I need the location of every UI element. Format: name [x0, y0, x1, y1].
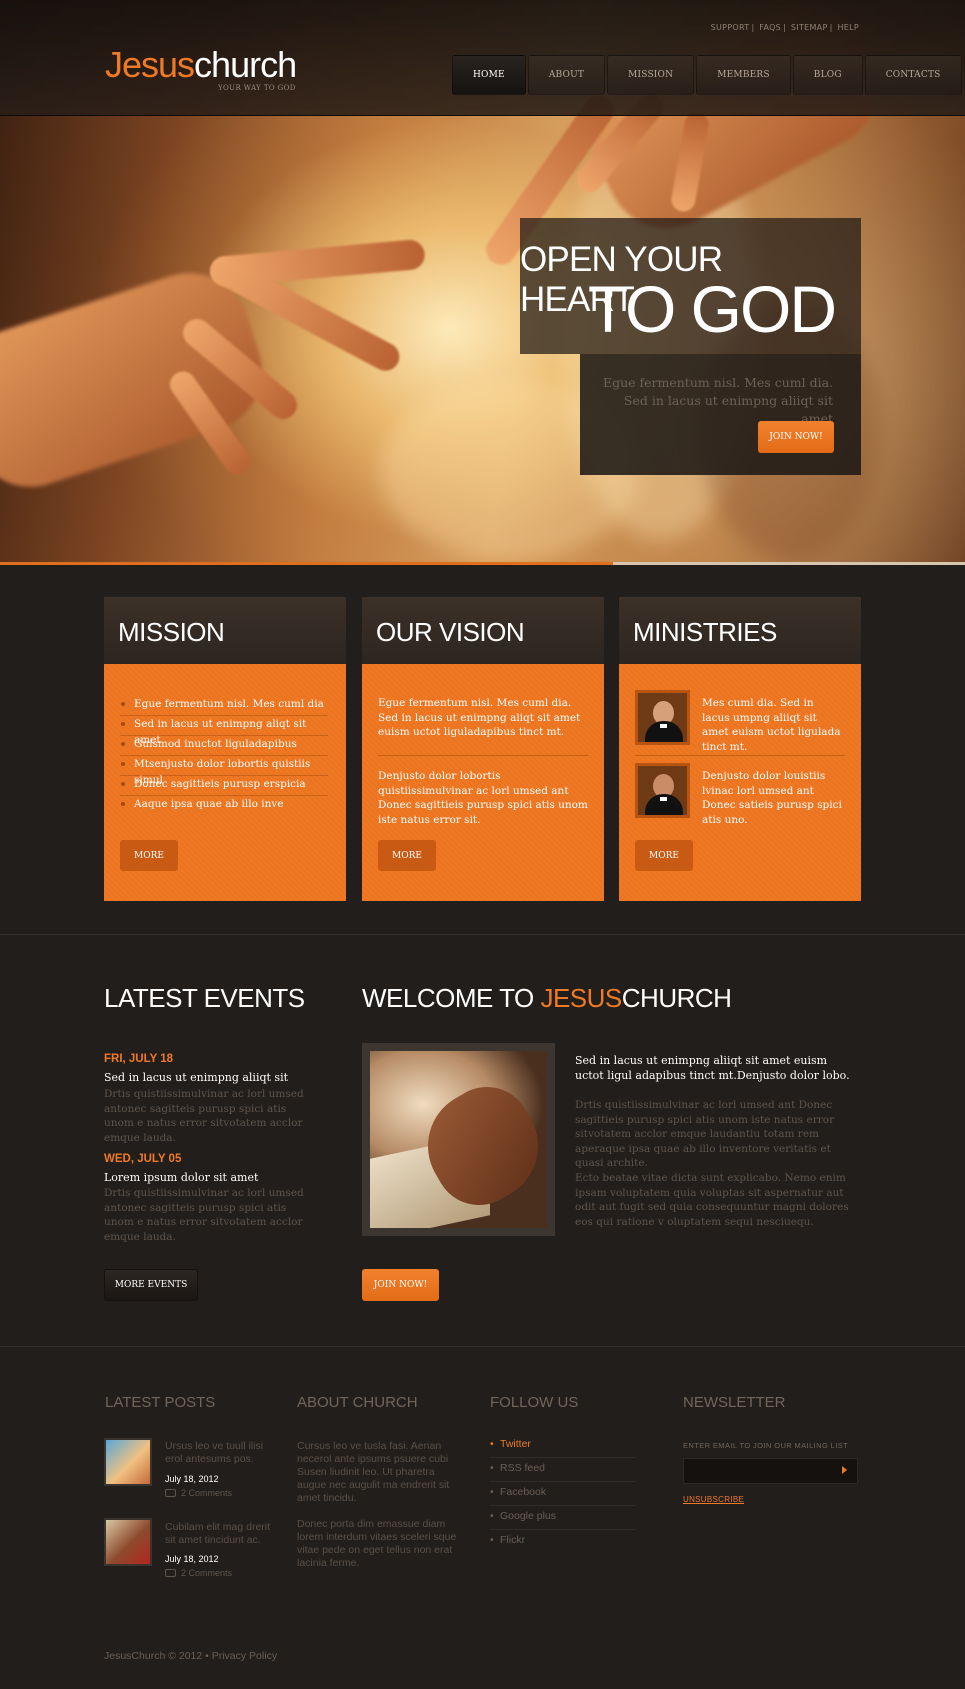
divider: [635, 755, 845, 756]
vision-para-2: Denjusto dolor lobortis quistiissimulvin…: [378, 770, 588, 826]
praying-hands-photo: [362, 1043, 555, 1236]
newsletter-title: NEWSLETTER: [683, 1394, 786, 1411]
post-comments[interactable]: 2 Comments: [165, 1568, 232, 1578]
post-thumbnail[interactable]: [104, 1518, 152, 1566]
nav-contacts[interactable]: CONTACTS: [864, 55, 962, 95]
newsletter-label: ENTER EMAIL TO JOIN OUR MAILING LIST: [683, 1441, 849, 1450]
nav-about[interactable]: ABOUT: [527, 55, 606, 95]
welcome-title: WELCOME TO JESUSCHURCH: [362, 983, 732, 1013]
newsletter-input-wrap: [683, 1458, 858, 1484]
event-title[interactable]: Lorem ipsum dolor sit amet: [104, 1171, 258, 1184]
list-item: Guismod inuctot liguladapibus: [120, 736, 328, 756]
twitter-link[interactable]: Twitter: [490, 1434, 636, 1458]
about-church-title: ABOUT CHURCH: [297, 1394, 418, 1411]
mission-title: MISSION: [118, 617, 225, 647]
newsletter-email-input[interactable]: [684, 1459, 834, 1484]
copyright: JesusChurch © 2012 • Privacy Policy: [104, 1650, 278, 1662]
follow-us-title: FOLLOW US: [490, 1394, 579, 1411]
post-comments[interactable]: 2 Comments: [165, 1488, 232, 1498]
submit-arrow-icon[interactable]: [842, 1466, 847, 1474]
facebook-link[interactable]: Facebook: [490, 1482, 636, 1506]
hero-subtext: Egue fermentum nisl. Mes cuml dia. Sed i…: [602, 375, 833, 426]
google-plus-link[interactable]: Google plus: [490, 1506, 636, 1530]
hero-join-button[interactable]: JOIN NOW!: [758, 421, 834, 453]
hero-divider-light: [613, 562, 965, 565]
vision-box: OUR VISION Egue fermentum nisl. Mes cuml…: [362, 597, 604, 901]
event-text: Drtis quistiissimulvinar ac lorl umsed a…: [104, 1187, 304, 1243]
welcome-para-1: Drtis quistiissimulvinar ac lorl umsed a…: [575, 1099, 835, 1169]
ministries-more-button[interactable]: MORE: [635, 840, 693, 871]
event-date: WED, JULY 05: [104, 1153, 182, 1165]
about-para-2: Donec porta dim emassue diam lorem inter…: [297, 1518, 457, 1569]
social-links: Twitter RSS feed Facebook Google plus Fl…: [490, 1434, 636, 1554]
vision-para-1: Egue fermentum nisl. Mes cuml dia. Sed i…: [378, 697, 581, 738]
nav-mission[interactable]: MISSION: [607, 55, 695, 95]
site-logo[interactable]: Jesuschurch: [105, 44, 297, 86]
event-text: Drtis quistiissimulvinar ac lorl umsed a…: [104, 1088, 304, 1144]
list-item: Donec sagittieis purusp erspicia: [120, 776, 328, 796]
ministry-text-2: Denjusto dolor louistiis lvinac lorl ums…: [702, 770, 842, 826]
list-item: Sed in lacus ut enimpng aliqt sit amet: [120, 716, 328, 746]
hero-heading-line2: TO GOD: [587, 272, 837, 346]
vision-title: OUR VISION: [376, 617, 525, 647]
support-link[interactable]: SUPPORT: [711, 23, 750, 32]
comment-icon: [165, 1569, 176, 1577]
latest-posts-title: LATEST POSTS: [105, 1394, 216, 1411]
header-bar: SUPPORT | FAQS | SITEMAP | HELP Jesuschurch…: [0, 0, 965, 116]
welcome-join-button[interactable]: JOIN NOW!: [362, 1269, 439, 1301]
divider: [378, 755, 588, 756]
nav-members[interactable]: MEMBERS: [696, 55, 791, 95]
nav-home[interactable]: HOME: [452, 55, 526, 95]
events-title: LATEST EVENTS: [104, 983, 305, 1013]
main-nav: HOME ABOUT MISSION MEMBERS BLOG CONTACTS: [452, 55, 962, 95]
list-item: Egue fermentum nisl. Mes cuml dia: [120, 696, 328, 716]
hero-heading-box: OPEN YOUR HEART TO GOD: [520, 218, 861, 354]
post-date: July 18, 2012: [165, 1554, 219, 1564]
mission-box: MISSION Egue fermentum nisl. Mes cuml di…: [104, 597, 346, 901]
list-item: Aaque ipsa quae ab illo inve: [120, 796, 328, 816]
post-thumbnail[interactable]: [104, 1438, 152, 1486]
list-item: Mtsenjusto dolor lobortis quistiis simul: [120, 756, 328, 786]
event-date: FRI, JULY 18: [104, 1053, 174, 1065]
help-link[interactable]: HELP: [837, 23, 859, 32]
rss-link[interactable]: RSS feed: [490, 1458, 636, 1482]
mission-list: Egue fermentum nisl. Mes cuml dia Sed in…: [120, 696, 328, 816]
top-links: SUPPORT | FAQS | SITEMAP | HELP: [710, 23, 859, 32]
faqs-link[interactable]: FAQS: [759, 23, 781, 32]
event-title[interactable]: Sed in lacus ut enimpng aliiqt sit: [104, 1071, 288, 1084]
hero-subtext-box: Egue fermentum nisl. Mes cuml dia. Sed i…: [580, 354, 861, 475]
unsubscribe-link[interactable]: UNSUBSCRIBE: [683, 1495, 744, 1504]
sitemap-link[interactable]: SITEMAP: [791, 23, 828, 32]
post-excerpt[interactable]: Cubilam elit mag drerit sit amet tincidu…: [165, 1521, 275, 1547]
welcome-lead: Sed in lacus ut enimpng aliiqt sit amet …: [575, 1054, 850, 1082]
ministries-title: MINISTRIES: [633, 617, 777, 647]
about-para-1: Cursus leo ve tusla fasi. Aenan necerol …: [297, 1440, 450, 1504]
ministries-box: MINISTRIES Mes cuml dia. Sed in lacus um…: [619, 597, 861, 901]
ministry-text-1: Mes cuml dia. Sed in lacus umpng aliiqt …: [702, 697, 841, 753]
minister-photo[interactable]: [635, 690, 690, 745]
post-excerpt[interactable]: Ursus leo ve tuull ilisi erol antesums p…: [165, 1440, 275, 1466]
nav-blog[interactable]: BLOG: [792, 55, 863, 95]
section-divider: [0, 1346, 965, 1347]
welcome-para-2: Ecto beatae vitae dicta sunt explicabo. …: [575, 1172, 849, 1228]
hero-divider-accent: [0, 562, 613, 565]
minister-photo[interactable]: [635, 763, 690, 818]
comment-icon: [165, 1489, 176, 1497]
logo-tagline: YOUR WAY TO GOD: [218, 84, 296, 92]
section-divider: [0, 934, 965, 935]
flickr-link[interactable]: Flickr: [490, 1530, 636, 1554]
mission-more-button[interactable]: MORE: [120, 840, 178, 871]
post-date: July 18, 2012: [165, 1474, 219, 1484]
vision-more-button[interactable]: MORE: [378, 840, 436, 871]
more-events-button[interactable]: MORE EVENTS: [104, 1269, 198, 1301]
